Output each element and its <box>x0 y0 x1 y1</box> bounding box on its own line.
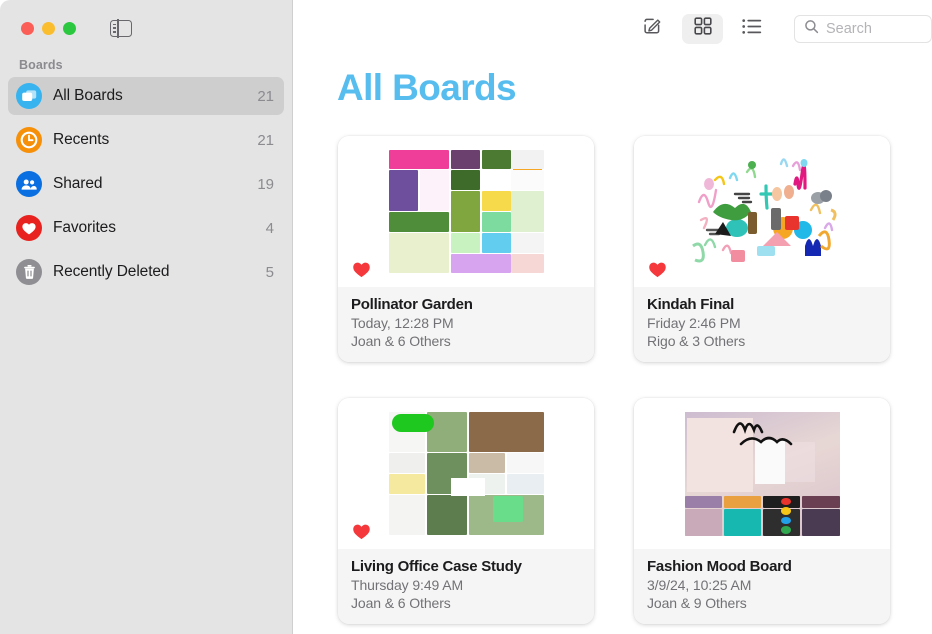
grid-view-button[interactable] <box>682 13 723 44</box>
sidebar-item-count: 19 <box>257 175 274 193</box>
board-meta: Fashion Mood Board 3/9/24, 10:25 AM Joan… <box>634 549 890 624</box>
board-meta: Living Office Case Study Thursday 9:49 A… <box>338 549 594 624</box>
trash-icon <box>16 259 42 285</box>
sidebar-item-count: 4 <box>265 219 274 237</box>
people-icon <box>16 171 42 197</box>
board-title: Living Office Case Study <box>351 558 522 575</box>
board-people: Joan & 6 Others <box>351 332 451 349</box>
board-thumbnail <box>634 398 890 549</box>
kindah-final-doodles <box>685 150 840 274</box>
clock-icon <box>16 127 42 153</box>
compose-button[interactable] <box>631 14 672 44</box>
board-date: Friday 2:46 PM <box>647 315 741 331</box>
board-meta: Pollinator Garden Today, 12:28 PM Joan &… <box>338 287 594 362</box>
board-title: Fashion Mood Board <box>647 558 792 575</box>
board-meta: Kindah Final Friday 2:46 PM Rigo & 3 Oth… <box>634 287 890 362</box>
sidebar-item-recently-deleted[interactable]: Recently Deleted 5 <box>8 253 284 291</box>
sidebar-item-shared[interactable]: Shared 19 <box>8 165 284 203</box>
compose-icon <box>642 16 662 41</box>
list-view-icon <box>741 18 762 40</box>
favorite-heart-icon[interactable] <box>648 260 667 279</box>
board-people: Joan & 6 Others <box>351 594 451 611</box>
pollinator-garden-collage <box>388 149 544 274</box>
board-title: Pollinator Garden <box>351 296 473 313</box>
search-placeholder: Search <box>826 20 872 37</box>
window-controls <box>0 0 292 38</box>
board-card[interactable]: Kindah Final Friday 2:46 PM Rigo & 3 Oth… <box>634 136 890 362</box>
boards-grid: Pollinator Garden Today, 12:28 PM Joan &… <box>293 109 932 624</box>
close-button[interactable] <box>21 22 34 35</box>
sidebar-nav: All Boards 21 Recents 21 Shared 19 Favor… <box>0 77 292 291</box>
search-icon <box>804 19 819 39</box>
favorite-heart-icon[interactable] <box>352 260 371 279</box>
list-view-button[interactable] <box>731 14 772 44</box>
board-date: 3/9/24, 10:25 AM <box>647 577 752 593</box>
sidebar-item-recents[interactable]: Recents 21 <box>8 121 284 159</box>
main-content: Search All Boards Pollinator Garden Toda… <box>293 0 932 634</box>
fashion-mood-collage <box>684 411 840 536</box>
board-thumbnail <box>634 136 890 287</box>
board-people: Joan & 9 Others <box>647 594 747 611</box>
minimize-button[interactable] <box>42 22 55 35</box>
sidebar-section-header: Boards <box>19 58 63 72</box>
board-people: Rigo & 3 Others <box>647 332 746 349</box>
sidebar: Boards All Boards 21 Recents 21 Shared 1… <box>0 0 293 634</box>
sidebar-item-count: 21 <box>257 131 274 149</box>
board-card[interactable]: Living Office Case Study Thursday 9:49 A… <box>338 398 594 624</box>
sidebar-item-all-boards[interactable]: All Boards 21 <box>8 77 284 115</box>
heart-icon <box>16 215 42 241</box>
sidebar-item-count: 5 <box>265 263 274 281</box>
living-office-collage <box>388 411 544 536</box>
board-title: Kindah Final <box>647 296 734 313</box>
zoom-button[interactable] <box>63 22 76 35</box>
board-thumbnail <box>338 398 594 549</box>
grid-view-icon <box>693 17 712 40</box>
sidebar-item-label: Recents <box>53 131 110 148</box>
page-title: All Boards <box>337 67 517 108</box>
sidebar-item-favorites[interactable]: Favorites 4 <box>8 209 284 247</box>
search-input[interactable]: Search <box>794 14 932 43</box>
board-date: Today, 12:28 PM <box>351 315 454 331</box>
board-date: Thursday 9:49 AM <box>351 577 464 593</box>
app-window: Boards All Boards 21 Recents 21 Shared 1… <box>0 0 932 634</box>
sidebar-item-label: All Boards <box>53 87 123 104</box>
favorite-heart-icon[interactable] <box>352 522 371 541</box>
sidebar-toggle-icon[interactable] <box>110 19 132 38</box>
boards-icon <box>16 83 42 109</box>
sidebar-item-label: Recently Deleted <box>53 263 170 280</box>
sidebar-item-count: 21 <box>257 87 274 105</box>
board-card[interactable]: Pollinator Garden Today, 12:28 PM Joan &… <box>338 136 594 362</box>
sidebar-item-label: Shared <box>53 175 103 192</box>
board-thumbnail <box>338 136 594 287</box>
toolbar: Search <box>293 0 932 57</box>
sidebar-item-label: Favorites <box>53 219 116 236</box>
board-card[interactable]: Fashion Mood Board 3/9/24, 10:25 AM Joan… <box>634 398 890 624</box>
